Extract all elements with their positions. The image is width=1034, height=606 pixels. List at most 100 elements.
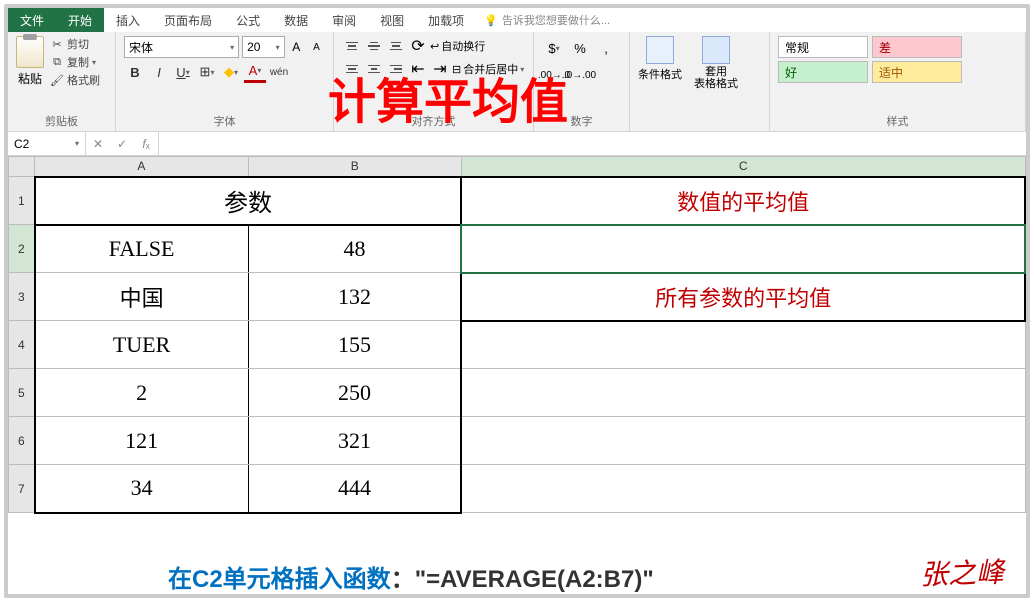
cell-c2[interactable] (461, 225, 1025, 273)
align-center-button[interactable] (364, 59, 384, 79)
italic-button[interactable]: I (148, 61, 170, 83)
styles-group: 常规 差 好 适中 样式 (770, 32, 1026, 131)
increase-font-button[interactable]: A (288, 36, 305, 58)
number-group-label: 数字 (542, 111, 621, 129)
cell-b5[interactable]: 250 (248, 369, 461, 417)
font-color-button[interactable]: A▾ (244, 61, 266, 83)
footer-colon: ： (391, 559, 415, 594)
underline-button[interactable]: U▾ (172, 61, 194, 83)
menu-insert[interactable]: 插入 (104, 8, 152, 32)
cell-b6[interactable]: 321 (248, 417, 461, 465)
cell-c7[interactable] (461, 465, 1025, 513)
row-header-7[interactable]: 7 (9, 465, 35, 513)
conditional-format-button[interactable]: 条件格式 (638, 36, 682, 90)
menu-data[interactable]: 数据 (272, 8, 320, 32)
decrease-decimal-button[interactable]: .0→.00 (568, 63, 592, 87)
tell-me[interactable]: 💡 告诉我您想要做什么... (484, 8, 610, 32)
font-size-dropdown[interactable]: 20▾ (242, 36, 284, 58)
cell-a6[interactable]: 121 (35, 417, 248, 465)
border-button[interactable]: ⊞▾ (196, 61, 218, 83)
row-header-1[interactable]: 1 (9, 177, 35, 225)
menu-layout[interactable]: 页面布局 (152, 8, 224, 32)
style-good[interactable]: 好 (778, 61, 868, 83)
wrap-text-button[interactable]: ↩自动换行 (430, 36, 485, 56)
cell-b7[interactable]: 444 (248, 465, 461, 513)
cell-b3[interactable]: 132 (248, 273, 461, 321)
menu-review[interactable]: 审阅 (320, 8, 368, 32)
fill-color-button[interactable]: ◆▾ (220, 61, 242, 83)
align-bottom-button[interactable] (386, 36, 406, 56)
decrease-font-button[interactable]: A (308, 36, 325, 58)
format-as-table-button[interactable]: 套用 表格格式 (694, 36, 738, 90)
phonetic-button[interactable]: wén (268, 61, 290, 83)
select-all-corner[interactable] (9, 157, 35, 177)
paste-icon (16, 36, 44, 68)
paste-button[interactable]: 粘贴 (16, 36, 44, 88)
cell-a1-b1[interactable]: 参数 (35, 177, 462, 225)
cell-c6[interactable] (461, 417, 1025, 465)
cut-button[interactable]: ✂剪切 (50, 36, 100, 52)
cell-a7[interactable]: 34 (35, 465, 248, 513)
alignment-group: ⟳ ↩自动换行 ⇤ ⇥ ⊟合并后居中▾ 对齐方式 (334, 32, 534, 131)
clipboard-group: 粘贴 ✂剪切 ⧉复制▾ 🖌格式刷 剪贴板 (8, 32, 116, 131)
menu-addins[interactable]: 加载项 (416, 8, 476, 32)
align-left-button[interactable] (342, 59, 362, 79)
style-normal[interactable]: 常规 (778, 36, 868, 58)
format-painter-button[interactable]: 🖌格式刷 (50, 72, 100, 88)
align-middle-button[interactable] (364, 36, 384, 56)
menu-home[interactable]: 开始 (56, 8, 104, 32)
row-header-6[interactable]: 6 (9, 417, 35, 465)
font-size-value: 20 (247, 40, 260, 54)
copy-button[interactable]: ⧉复制▾ (50, 54, 100, 70)
formula-input[interactable] (159, 132, 1026, 155)
cell-a4[interactable]: TUER (35, 321, 248, 369)
row-header-4[interactable]: 4 (9, 321, 35, 369)
insert-function-button[interactable]: fₓ (134, 137, 158, 151)
row-header-2[interactable]: 2 (9, 225, 35, 273)
font-name-dropdown[interactable]: 宋体▾ (124, 36, 239, 58)
style-bad[interactable]: 差 (872, 36, 962, 58)
cell-a5[interactable]: 2 (35, 369, 248, 417)
menu-view[interactable]: 视图 (368, 8, 416, 32)
worksheet-grid[interactable]: A B C 1 参数 数值的平均值 2 FALSE 48 3 中国 132 所有… (8, 156, 1026, 598)
row-header-3[interactable]: 3 (9, 273, 35, 321)
merge-center-button[interactable]: ⊟合并后居中▾ (452, 59, 524, 79)
accounting-format-button[interactable]: $▾ (542, 36, 566, 60)
name-box[interactable]: C2▾ (8, 132, 86, 155)
menu-formulas[interactable]: 公式 (224, 8, 272, 32)
comma-format-button[interactable]: , (594, 36, 618, 60)
cell-a3[interactable]: 中国 (35, 273, 248, 321)
brush-icon: 🖌 (50, 73, 64, 87)
cell-b2[interactable]: 48 (248, 225, 461, 273)
ribbon: 粘贴 ✂剪切 ⧉复制▾ 🖌格式刷 剪贴板 宋体▾ 20▾ A A (8, 32, 1026, 132)
col-header-a[interactable]: A (35, 157, 248, 177)
col-header-b[interactable]: B (248, 157, 461, 177)
wrap-icon: ↩ (430, 40, 439, 53)
confirm-formula-button[interactable]: ✓ (110, 137, 134, 151)
bold-button[interactable]: B (124, 61, 146, 83)
percent-format-button[interactable]: % (568, 36, 592, 60)
cell-c3[interactable]: 所有参数的平均值 (461, 273, 1025, 321)
cell-b4[interactable]: 155 (248, 321, 461, 369)
increase-indent-button[interactable]: ⇥ (430, 59, 450, 79)
align-right-button[interactable] (386, 59, 406, 79)
cell-c4[interactable] (461, 321, 1025, 369)
cancel-formula-button[interactable]: ✕ (86, 137, 110, 151)
increase-decimal-button[interactable]: .00→.0 (542, 63, 566, 87)
orientation-button[interactable]: ⟳ (408, 36, 428, 56)
cut-label: 剪切 (67, 36, 89, 52)
row-header-5[interactable]: 5 (9, 369, 35, 417)
align-top-button[interactable] (342, 36, 362, 56)
table-fmt-label: 套用 表格格式 (694, 66, 738, 90)
cell-a2[interactable]: FALSE (35, 225, 248, 273)
alignment-group-label: 对齐方式 (342, 111, 525, 129)
style-neutral[interactable]: 适中 (872, 61, 962, 83)
paste-label: 粘贴 (18, 70, 42, 87)
menu-file[interactable]: 文件 (8, 8, 56, 32)
cell-c5[interactable] (461, 369, 1025, 417)
cell-c1[interactable]: 数值的平均值 (461, 177, 1025, 225)
signature: 张之峰 (919, 551, 1004, 594)
col-header-c[interactable]: C (461, 157, 1025, 177)
cond-fmt-label: 条件格式 (638, 66, 682, 82)
decrease-indent-button[interactable]: ⇤ (408, 59, 428, 79)
